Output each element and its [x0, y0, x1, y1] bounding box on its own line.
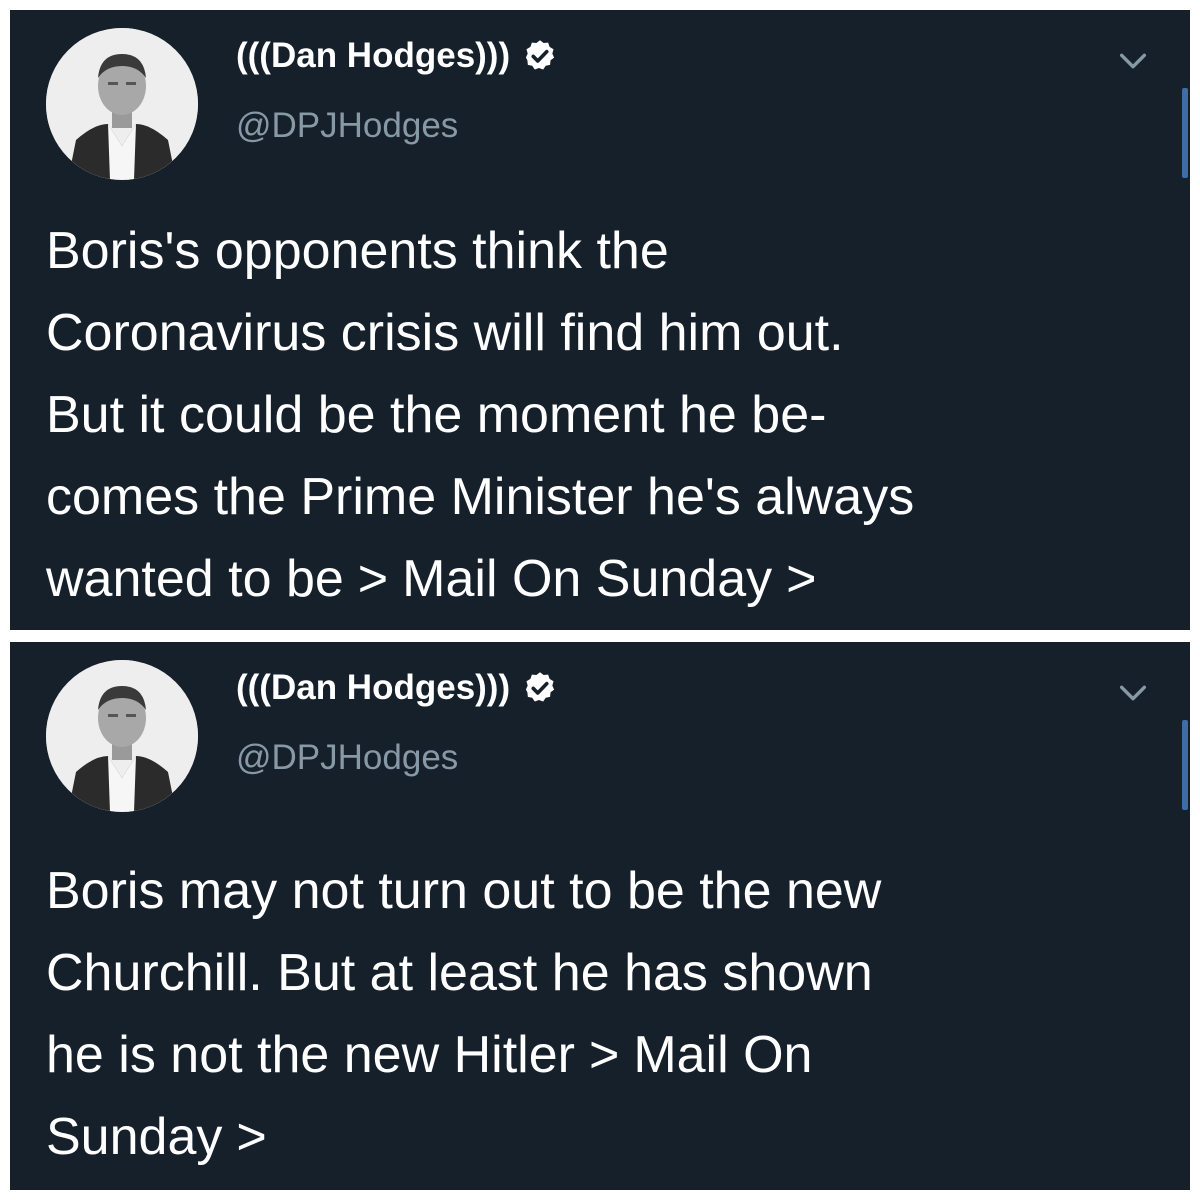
user-handle[interactable]: @DPJHodges	[236, 106, 458, 146]
scrollbar[interactable]	[1182, 88, 1188, 178]
chevron-down-icon[interactable]	[1116, 44, 1150, 78]
user-handle[interactable]: @DPJHodges	[236, 738, 458, 778]
link-separator: >	[786, 550, 817, 608]
verified-badge-icon	[522, 38, 558, 74]
display-name-text[interactable]: (((Dan Hodges)))	[236, 668, 510, 708]
tweet-text: Boris may not turn out to be the new Chu…	[46, 850, 881, 1178]
avatar[interactable]	[46, 660, 198, 812]
tweet-line: Sunday >	[46, 1096, 881, 1178]
tweet-line-text: wanted to be	[46, 550, 344, 608]
display-name-text[interactable]: (((Dan Hodges)))	[236, 36, 510, 76]
tweet-line: Boris's opponents think the	[46, 222, 669, 280]
tweet-line: comes the Prime Minister he's always	[46, 468, 915, 526]
tweet-line: Boris may not turn out to be the new	[46, 862, 882, 920]
tweet-card[interactable]: (((Dan Hodges))) @DPJHodges Boris may no…	[10, 642, 1190, 1190]
tweet-line-text: he is not the new Hitler	[46, 1026, 575, 1084]
link-separator: >	[588, 1026, 620, 1084]
link-separator: >	[357, 550, 389, 608]
source-link[interactable]: Sunday	[46, 1108, 222, 1166]
tweet-line: Churchill. But at least he has shown	[46, 944, 873, 1002]
chevron-down-icon[interactable]	[1116, 676, 1150, 710]
avatar[interactable]	[46, 28, 198, 180]
display-name[interactable]: (((Dan Hodges)))	[236, 668, 558, 708]
source-link[interactable]: Mail On Sunday	[402, 550, 772, 608]
verified-badge-icon	[522, 670, 558, 706]
tweet-line: he is not the new Hitler > Mail On	[46, 1014, 881, 1096]
tweet-line: wanted to be > Mail On Sunday >	[46, 538, 914, 620]
tweet-line: But it could be the moment he be-	[46, 386, 827, 444]
display-name[interactable]: (((Dan Hodges)))	[236, 36, 558, 76]
tweet-card[interactable]: (((Dan Hodges))) @DPJHodges Boris's oppo…	[10, 10, 1190, 630]
tweet-text: Boris's opponents think the Coronavirus …	[46, 210, 914, 620]
link-separator: >	[236, 1108, 267, 1166]
scrollbar[interactable]	[1182, 720, 1188, 810]
tweet-line: Coronavirus crisis will find him out.	[46, 304, 844, 362]
source-link[interactable]: Mail On	[633, 1026, 812, 1084]
